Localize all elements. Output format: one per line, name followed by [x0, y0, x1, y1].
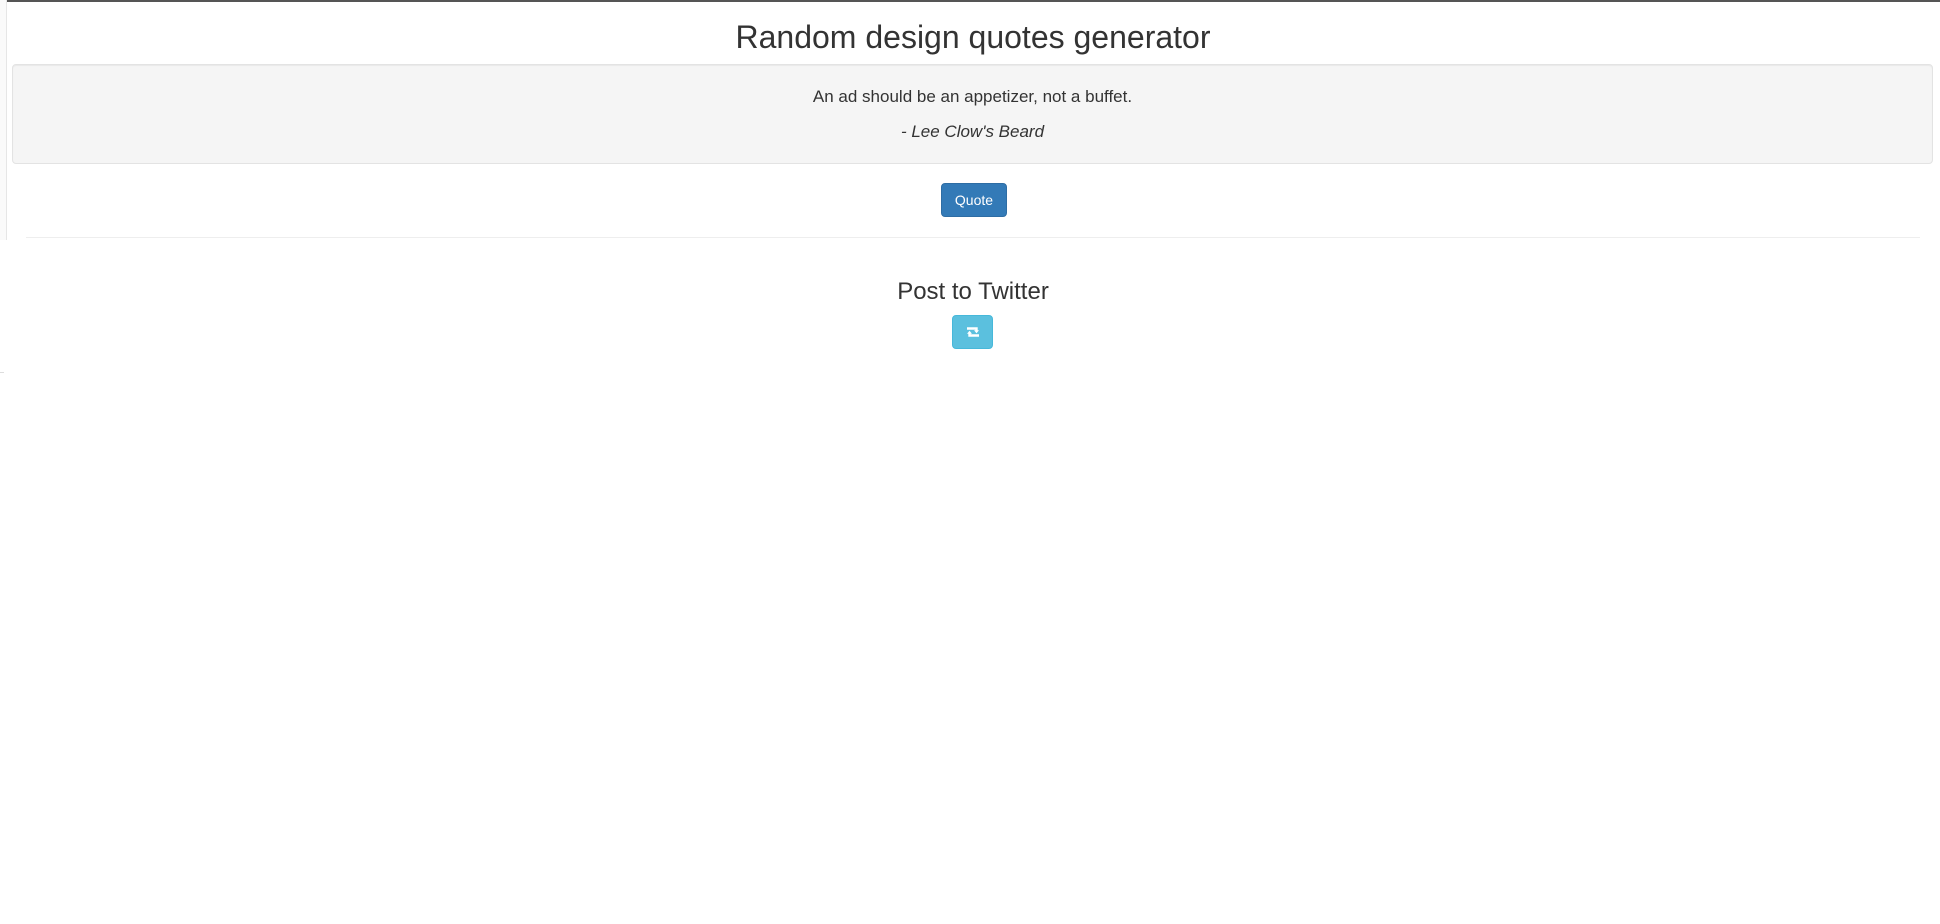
- quote-card: An ad should be an appetizer, not a buff…: [12, 64, 1933, 164]
- quote-text: An ad should be an appetizer, not a buff…: [812, 87, 1133, 106]
- retweet-icon: [966, 327, 979, 337]
- twitter-section-heading: Post to Twitter: [897, 278, 1049, 305]
- post-to-twitter-button[interactable]: [952, 315, 993, 349]
- section-divider: [26, 237, 1920, 238]
- quote-author: - Lee Clow's Beard: [900, 122, 1045, 141]
- edge-mark: [0, 372, 4, 373]
- page-title: Random design quotes generator: [735, 19, 1211, 55]
- new-quote-button[interactable]: Quote: [941, 183, 1007, 217]
- top-border: [0, 0, 1940, 2]
